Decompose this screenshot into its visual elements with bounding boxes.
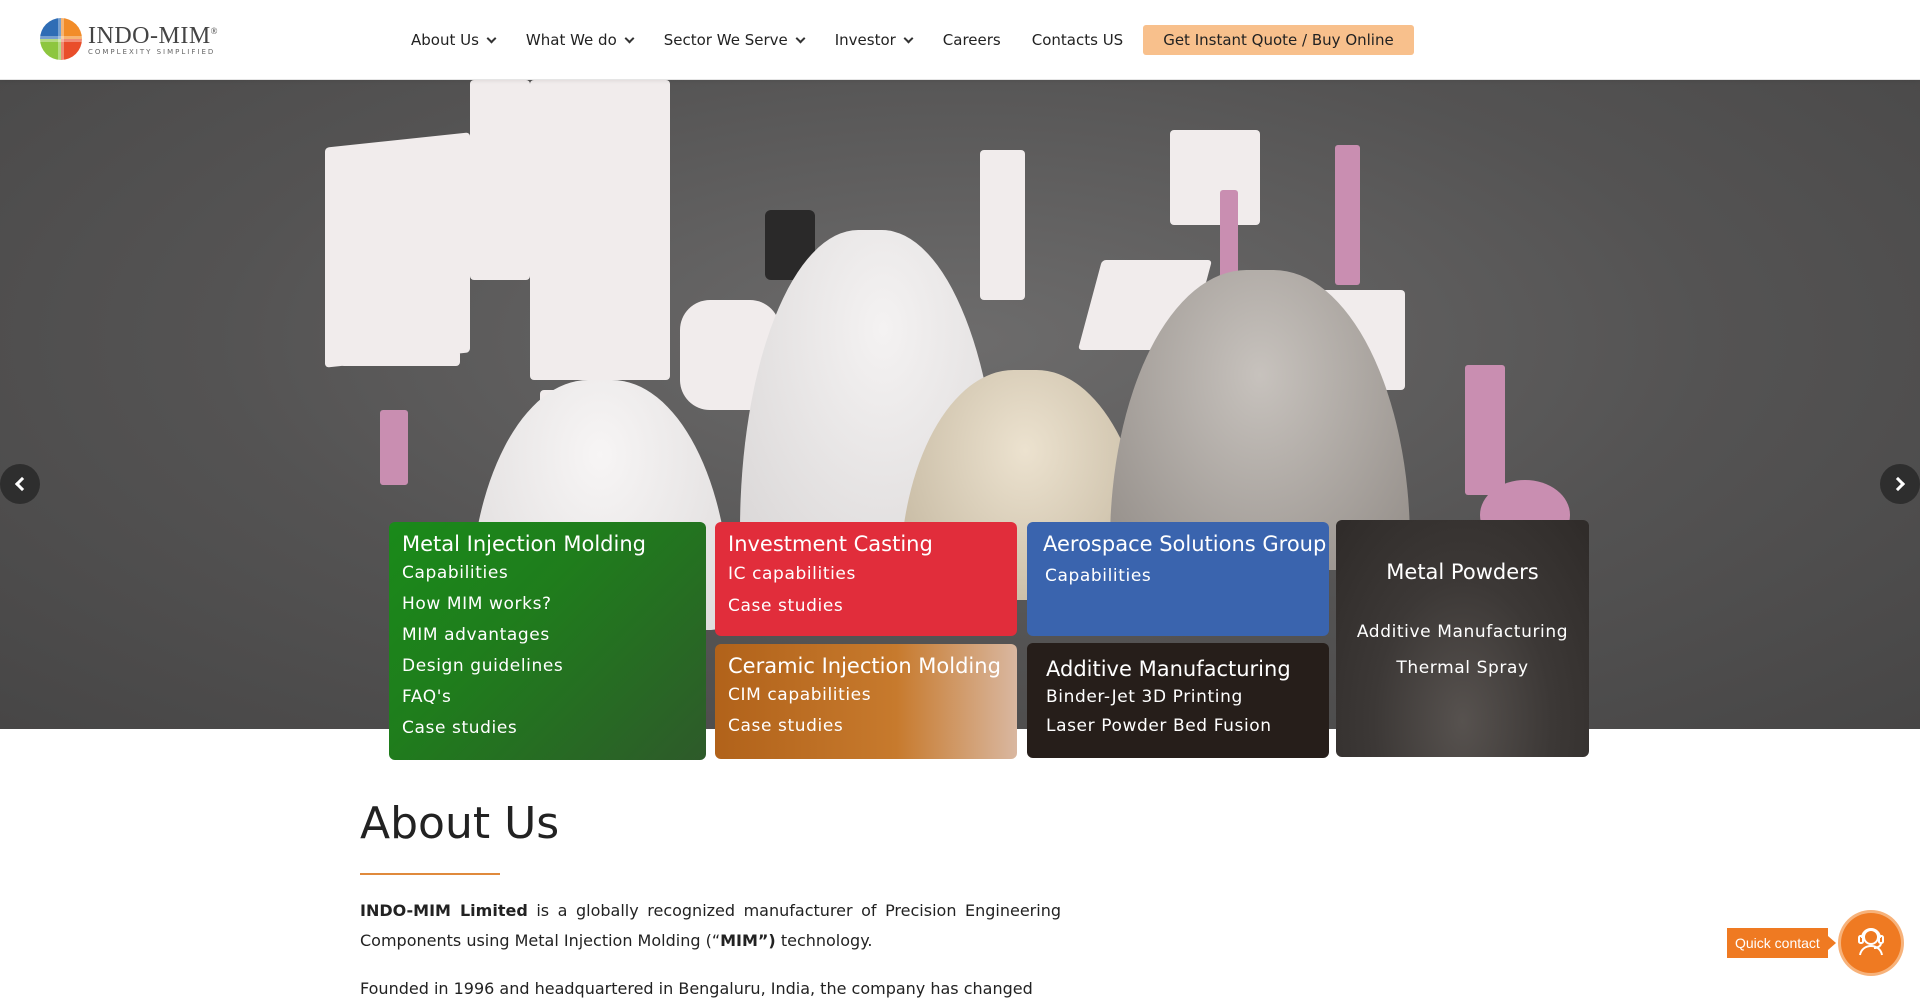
card-link-binder-jet[interactable]: Binder-Jet 3D Printing (1046, 683, 1310, 712)
card-link-faqs[interactable]: FAQ's (402, 682, 693, 713)
logo-wordmark: INDO-MIM® (88, 22, 218, 49)
card-link-mim-advantages[interactable]: MIM advantages (402, 620, 693, 651)
card-link-laser-powder-bed-fusion[interactable]: Laser Powder Bed Fusion (1046, 712, 1310, 741)
nav-careers[interactable]: Careers (943, 31, 1001, 49)
card-link-thermal-spray[interactable]: Thermal Spray (1336, 650, 1589, 686)
card-ceramic-injection-molding: Ceramic Injection Molding CIM capabiliti… (715, 644, 1017, 759)
card-investment-casting: Investment Casting IC capabilities Case … (715, 522, 1017, 636)
about-paragraph-1: INDO-MIM Limited is a globally recognize… (360, 901, 1061, 950)
card-link-how-mim-works[interactable]: How MIM works? (402, 589, 693, 620)
chevron-down-icon (624, 33, 635, 43)
about-heading: About Us (360, 798, 560, 849)
nav-about-us[interactable]: About Us (411, 31, 497, 49)
card-link-cim-capabilities[interactable]: CIM capabilities (728, 680, 1004, 711)
main-nav: About Us What We do Sector We Serve Inve… (411, 24, 1414, 56)
chevron-right-icon (1890, 476, 1906, 492)
chevron-down-icon (903, 33, 914, 43)
card-title[interactable]: Additive Manufacturing (1046, 657, 1310, 681)
card-link-capabilities[interactable]: Capabilities (402, 558, 693, 589)
card-link-case-studies[interactable]: Case studies (728, 711, 1004, 742)
card-link-case-studies[interactable]: Case studies (728, 590, 1004, 622)
site-header: INDO-MIM® COMPLEXITY SIMPLIFIED About Us… (0, 0, 1920, 80)
card-metal-powders: Metal Powders Additive Manufacturing The… (1336, 520, 1589, 757)
support-agent-icon (1854, 924, 1888, 962)
chevron-left-icon (14, 476, 30, 492)
quick-contact-label[interactable]: Quick contact (1727, 928, 1836, 958)
about-divider (360, 873, 500, 875)
quick-contact-button[interactable] (1841, 913, 1901, 973)
logo-mark-icon (38, 16, 84, 62)
card-title[interactable]: Metal Powders (1336, 560, 1589, 584)
logo-tagline: COMPLEXITY SIMPLIFIED (88, 47, 216, 56)
card-link-ic-capabilities[interactable]: IC capabilities (728, 558, 1004, 590)
nav-contacts-us[interactable]: Contacts US (1032, 31, 1123, 49)
card-title[interactable]: Aerospace Solutions Group (1043, 532, 1326, 556)
card-link-additive-manufacturing[interactable]: Additive Manufacturing (1336, 614, 1589, 650)
about-paragraph-2: Founded in 1996 and headquartered in Ben… (360, 979, 1033, 998)
card-metal-injection-molding: Metal Injection Molding Capabilities How… (389, 522, 706, 760)
chevron-down-icon (486, 33, 497, 43)
card-link-capabilities[interactable]: Capabilities (1045, 560, 1313, 592)
get-quote-button[interactable]: Get Instant Quote / Buy Online (1143, 25, 1414, 55)
card-link-design-guidelines[interactable]: Design guidelines (402, 651, 693, 682)
brand-logo[interactable]: INDO-MIM® COMPLEXITY SIMPLIFIED (38, 16, 218, 62)
slider-prev-button[interactable] (0, 464, 40, 504)
slider-next-button[interactable] (1880, 464, 1920, 504)
nav-sector-we-serve[interactable]: Sector We Serve (664, 31, 806, 49)
card-additive-manufacturing: Additive Manufacturing Binder-Jet 3D Pri… (1027, 643, 1329, 758)
nav-investor[interactable]: Investor (835, 31, 914, 49)
card-title[interactable]: Metal Injection Molding (402, 532, 693, 556)
card-aerospace-solutions-group: Aerospace Solutions Group Capabilities (1027, 522, 1329, 636)
card-title[interactable]: Investment Casting (728, 532, 1004, 556)
nav-what-we-do[interactable]: What We do (526, 31, 635, 49)
card-title[interactable]: Ceramic Injection Molding (728, 654, 1004, 678)
card-link-case-studies[interactable]: Case studies (402, 713, 693, 744)
chevron-down-icon (795, 33, 806, 43)
